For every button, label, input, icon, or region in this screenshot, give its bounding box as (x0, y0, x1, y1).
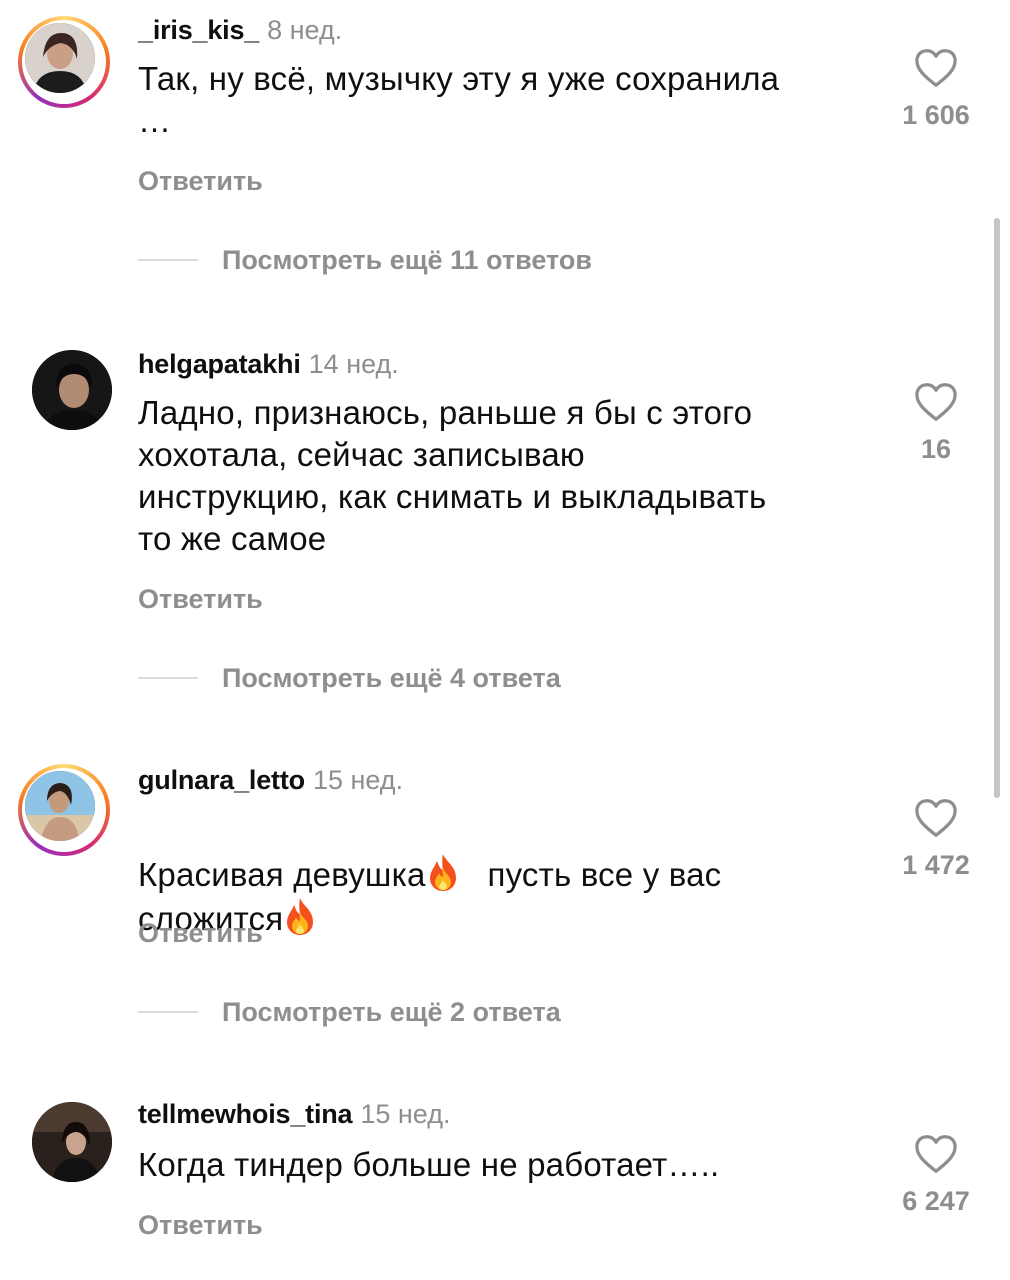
heart-outline-icon[interactable] (914, 382, 958, 422)
like-count: 1 606 (902, 100, 970, 130)
view-more-replies-button[interactable]: Посмотреть ещё 11 ответов (138, 240, 592, 280)
heart-outline-icon[interactable] (914, 48, 958, 88)
divider (138, 677, 198, 679)
divider (138, 1011, 198, 1013)
like-group: 1 472 (896, 798, 976, 881)
fire-emoji-icon (429, 854, 456, 891)
comment-text-part: пусть все у вас (487, 856, 722, 893)
like-count: 1 472 (902, 850, 970, 880)
like-group: 1 606 (896, 48, 976, 131)
username[interactable]: gulnara_letto (138, 765, 305, 795)
view-more-replies-button[interactable]: Посмотреть ещё 4 ответа (138, 658, 561, 698)
reply-button[interactable]: Ответить (138, 584, 263, 615)
like-group: 16 (896, 382, 976, 465)
reply-button[interactable]: Ответить (138, 166, 263, 197)
story-ring[interactable] (18, 16, 110, 108)
view-more-replies-label: Посмотреть ещё 4 ответа (222, 662, 561, 693)
comment-text: Так, ну всё, музычку эту я уже сохранила… (138, 60, 780, 139)
comment-time: 15 нед. (312, 765, 404, 795)
heart-outline-icon[interactable] (914, 798, 958, 838)
username[interactable]: tellmewhois_tina (138, 1099, 353, 1129)
avatar[interactable] (25, 23, 95, 93)
avatar[interactable] (32, 1102, 112, 1182)
like-group: 6 247 (896, 1134, 976, 1217)
fire-emoji-icon (287, 898, 314, 935)
story-ring[interactable] (18, 764, 110, 856)
username[interactable]: helgapatakhi (138, 349, 301, 379)
comment-time: 14 нед. (308, 349, 399, 379)
view-more-replies-label: Посмотреть ещё 11 ответов (222, 244, 592, 275)
comment-text: Когда тиндер больше не работает….. (138, 1146, 720, 1183)
view-more-replies-label: Посмотреть ещё 2 ответа (222, 996, 561, 1027)
comment-time: 8 нед. (267, 15, 343, 45)
heart-outline-icon[interactable] (914, 1134, 958, 1174)
scrollbar[interactable] (994, 218, 1000, 798)
view-more-replies-button[interactable]: Посмотреть ещё 2 ответа (138, 992, 561, 1032)
reply-button[interactable]: Ответить (138, 1210, 263, 1241)
like-count: 16 (920, 434, 952, 464)
divider (138, 259, 198, 261)
reply-button[interactable]: Ответить (138, 918, 263, 949)
like-count: 6 247 (902, 1186, 970, 1216)
username[interactable]: _iris_kis_ (138, 15, 259, 45)
avatar[interactable] (32, 350, 112, 430)
comment-text-part: Красивая девушка (138, 856, 426, 893)
comment-text: Ладно, признаюсь, раньше я бы с этого хо… (138, 394, 767, 557)
avatar[interactable] (25, 771, 95, 841)
comment-time: 15 нед. (360, 1099, 451, 1129)
